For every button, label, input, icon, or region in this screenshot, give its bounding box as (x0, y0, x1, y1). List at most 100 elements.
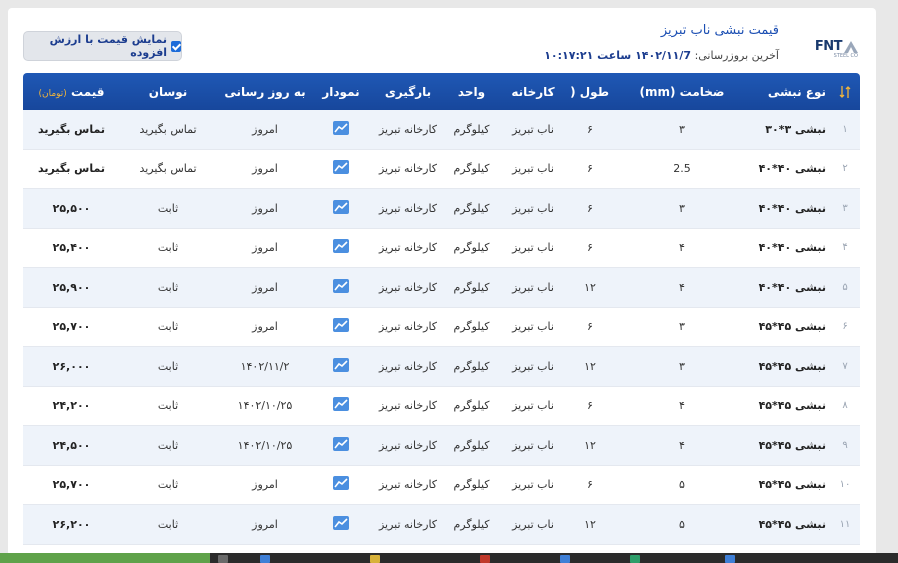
cell-type: نبشی ۴۵*۴۵ (758, 399, 826, 413)
last-update: آخرین بروزرسانی: ۱۴۰۲/۱۱/7 ساعت ۱۰:۱۷:۲۱ (544, 49, 779, 62)
line-chart-icon[interactable] (332, 278, 350, 294)
taskbar-app-icon[interactable] (260, 555, 270, 563)
cell-loading: کارخانه تبریز (378, 280, 438, 294)
cell-thickness: ۴ (679, 438, 685, 452)
line-chart-icon[interactable] (332, 396, 350, 412)
cell-length: ۱۲ (584, 280, 596, 294)
cell-chart[interactable] (314, 357, 368, 376)
cell-price: تماس بگیرید (38, 122, 105, 136)
cell-updated: ۱۴۰۲/۱۰/۲۵ (237, 438, 293, 452)
cell-factory: ناب تبریز (512, 478, 554, 492)
line-chart-icon[interactable] (332, 317, 350, 333)
cell-chart[interactable] (314, 238, 368, 257)
taskbar-app-icon[interactable] (630, 555, 640, 563)
cell-loading: کارخانه تبریز (378, 478, 438, 492)
table-row: ۹ نبشی ۴۵*۴۵ ۴ ۱۲ ناب تبریز کیلوگرم کارخانه تب… (23, 426, 860, 466)
cell-factory: ناب تبریز (512, 280, 554, 294)
header-loading[interactable]: بارگیری (368, 85, 448, 99)
cell-index: ۱ (842, 123, 848, 135)
line-chart-icon[interactable] (332, 120, 350, 136)
cell-unit: کیلوگرم (453, 280, 490, 294)
cell-chart[interactable] (314, 436, 368, 455)
vat-toggle-button[interactable]: نمایش قیمت با ارزش افزوده (23, 31, 182, 61)
line-chart-icon[interactable] (332, 159, 350, 175)
table-row: ۴ نبشی ۴۰*۴۰ ۴ ۶ ناب تبریز کیلوگرم کارخانه تبر… (23, 229, 860, 268)
cell-thickness: ۳ (679, 359, 685, 373)
cell-unit: کیلوگرم (453, 517, 490, 531)
header-chart: نمودار (322, 84, 360, 99)
cell-length: ۶ (587, 162, 593, 176)
cell-type: نبشی ۴۰*۴۰ (758, 201, 826, 215)
cell-chart[interactable] (314, 317, 368, 336)
header-unit[interactable]: واحد (448, 85, 495, 99)
cell-factory: ناب تبریز (512, 359, 554, 373)
line-chart-icon[interactable] (332, 475, 350, 491)
cell-price: ۲۵,۹۰۰ (52, 280, 91, 294)
cell-price: ۲۴,۵۰۰ (52, 438, 91, 452)
line-chart-icon[interactable] (332, 199, 350, 215)
cell-change: ثابت (157, 478, 179, 492)
header-updated[interactable]: به روز رسانی (216, 85, 314, 99)
cell-length: ۱۲ (584, 359, 596, 373)
cell-index: ۱۱ (839, 518, 851, 530)
cell-price: ۲۶,۰۰۰ (52, 359, 91, 373)
cell-loading: کارخانه تبریز (378, 122, 438, 136)
cell-length: ۶ (587, 399, 593, 413)
cell-thickness: ۳ (679, 320, 685, 334)
cell-chart[interactable] (314, 159, 368, 178)
cell-factory: ناب تبریز (512, 201, 554, 215)
taskbar-app-icon[interactable] (725, 555, 735, 563)
taskbar-app-icon[interactable] (560, 555, 570, 563)
cell-updated: امروز (252, 517, 278, 531)
line-chart-icon[interactable] (332, 238, 350, 254)
cell-length: ۶ (587, 320, 593, 334)
line-chart-icon[interactable] (332, 357, 350, 373)
cell-unit: کیلوگرم (453, 320, 490, 334)
cell-updated: امروز (252, 201, 278, 215)
header-thickness[interactable]: ضخامت (mm) (609, 85, 755, 99)
header-factory[interactable]: کارخانه (495, 85, 571, 99)
cell-type: نبشی ۴۰*۴۰ (758, 280, 826, 294)
header-length[interactable]: طول (m) (571, 85, 609, 99)
cell-index: ۱۰ (839, 479, 851, 491)
taskbar-app-icon[interactable] (370, 555, 380, 563)
cell-unit: کیلوگرم (453, 359, 490, 373)
cell-thickness: ۳ (679, 201, 685, 215)
line-chart-icon[interactable] (332, 515, 350, 531)
line-chart-icon[interactable] (332, 436, 350, 452)
checkbox-checked-icon[interactable] (171, 40, 181, 52)
cell-unit: کیلوگرم (453, 122, 490, 136)
cell-type: نبشی ۴۵*۴۵ (758, 517, 826, 531)
company-logo[interactable]: FNT STEEL CO (815, 36, 858, 59)
cell-chart[interactable] (314, 199, 368, 218)
cell-updated: امروز (252, 280, 278, 294)
taskbar-app-icon[interactable] (218, 555, 228, 563)
header-price-unit: (تومان) (38, 88, 67, 99)
header-type[interactable]: نوع نبشی (755, 85, 830, 99)
header-price[interactable]: قیمت (تومان) (23, 85, 120, 99)
taskbar-app-icon[interactable] (480, 555, 490, 563)
cell-change: تماس بگیرید (139, 122, 197, 136)
cell-chart[interactable] (314, 120, 368, 139)
cell-unit: کیلوگرم (453, 478, 490, 492)
logo-subtext: STEEL CO (833, 53, 858, 59)
page-title: قیمت نبشی ناب تبریز (660, 23, 779, 38)
cell-thickness: 2.5 (673, 162, 691, 176)
header-change[interactable]: نوسان (120, 85, 216, 99)
table-row: ۷ نبشی ۴۵*۴۵ ۳ ۱۲ ناب تبریز کیلوگرم کارخانه تب… (23, 347, 860, 387)
cell-factory: ناب تبریز (512, 399, 554, 413)
cell-chart[interactable] (314, 278, 368, 297)
sort-icon[interactable] (839, 85, 851, 99)
header-index[interactable] (830, 85, 860, 99)
cell-chart[interactable] (314, 396, 368, 415)
last-update-label: آخرین بروزرسانی: (694, 49, 779, 62)
table-header: نوع نبشی ضخامت (mm) طول (m) کارخانه واحد… (23, 73, 860, 110)
cell-chart[interactable] (314, 515, 368, 534)
price-table: نوع نبشی ضخامت (mm) طول (m) کارخانه واحد… (23, 73, 860, 545)
table-row: ۶ نبشی ۴۵*۴۵ ۳ ۶ ناب تبریز کیلوگرم کارخانه تبر… (23, 308, 860, 347)
cell-type: نبشی ۳*۳۰ (765, 122, 826, 136)
last-update-value: ۱۴۰۲/۱۱/7 ساعت ۱۰:۱۷:۲۱ (544, 49, 692, 62)
cell-chart[interactable] (314, 475, 368, 494)
table-row: ۳ نبشی ۴۰*۴۰ ۳ ۶ ناب تبریز کیلوگرم کارخانه تبر… (23, 189, 860, 229)
cell-factory: ناب تبریز (512, 241, 554, 255)
